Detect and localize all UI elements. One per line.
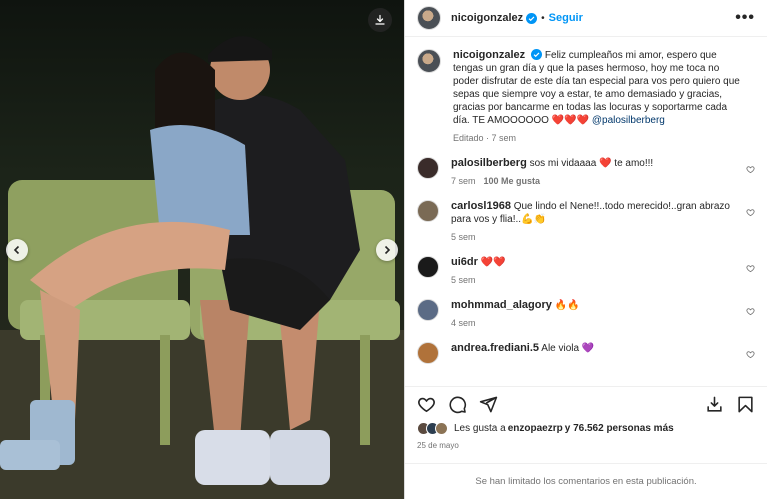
caption-row: nicoigonzalez Feliz cumpleaños mi amor, … bbox=[417, 49, 755, 143]
commenter-username[interactable]: ui6dr bbox=[451, 256, 478, 268]
next-photo-button[interactable] bbox=[376, 239, 398, 261]
commenter-username[interactable]: palosilberberg bbox=[451, 157, 527, 169]
likes-user-link[interactable]: enzopaezrp bbox=[508, 423, 563, 434]
comment-time: 4 sem bbox=[451, 318, 476, 328]
more-options-icon[interactable]: ••• bbox=[735, 9, 755, 27]
post-photo[interactable] bbox=[0, 0, 404, 499]
comment-heart-icon[interactable] bbox=[746, 307, 755, 316]
download-button[interactable] bbox=[368, 8, 392, 32]
commenter-avatar[interactable] bbox=[417, 342, 439, 364]
commenter-avatar[interactable] bbox=[417, 256, 439, 278]
comment-icon[interactable] bbox=[448, 395, 467, 414]
comment-heart-icon[interactable] bbox=[746, 208, 755, 217]
caption-meta: Editado · 7 sem bbox=[453, 133, 517, 143]
commenter-username[interactable]: carlosl1968 bbox=[451, 200, 511, 212]
verified-badge-icon bbox=[531, 49, 543, 60]
download-icon bbox=[375, 14, 385, 25]
post-date: 25 de mayo bbox=[417, 441, 459, 450]
comment-body: ❤️❤️ bbox=[480, 257, 506, 268]
comment-meta: 4 sem bbox=[451, 318, 731, 328]
comment-row: andrea.frediani.5 Ale viola 💜 bbox=[417, 342, 755, 371]
liker-avatars bbox=[417, 422, 448, 435]
comment-meta bbox=[451, 361, 731, 371]
heart-icon[interactable] bbox=[417, 395, 436, 414]
likes-count[interactable]: y 76.562 personas más bbox=[565, 423, 674, 434]
commenter-avatar[interactable] bbox=[417, 157, 439, 179]
separator-dot: • bbox=[541, 12, 545, 24]
caption-text: nicoigonzalez Feliz cumpleaños mi amor, … bbox=[453, 49, 743, 127]
commenter-avatar[interactable] bbox=[417, 200, 439, 222]
comment-row: palosilberberg sos mi vidaaaa ❤️ te amo!… bbox=[417, 157, 755, 186]
comment-row: ui6dr ❤️❤️ 5 sem bbox=[417, 256, 755, 285]
author-username[interactable]: nicoigonzalez bbox=[451, 12, 523, 24]
previous-photo-button[interactable] bbox=[6, 239, 28, 261]
comment-meta: 5 sem bbox=[451, 275, 731, 285]
comment-body: sos mi vidaaaa ❤️ te amo!!! bbox=[529, 158, 654, 169]
comment-heart-icon[interactable] bbox=[746, 165, 755, 174]
comment-time: 7 sem bbox=[451, 176, 476, 186]
comment-text: andrea.frediani.5 Ale viola 💜 bbox=[451, 342, 731, 355]
verified-badge-icon bbox=[526, 12, 538, 24]
post-detail-panel: nicoigonzalez • Seguir ••• nicoigonzalez… bbox=[404, 0, 767, 499]
comment-row: mohmmad_alagory 🔥🔥 4 sem bbox=[417, 299, 755, 328]
likes-prefix: Les gusta a bbox=[454, 423, 506, 434]
comment-heart-icon[interactable] bbox=[746, 264, 755, 273]
comment-meta: 5 sem bbox=[451, 232, 731, 242]
caption-mention-link[interactable]: @palosilberberg bbox=[592, 115, 665, 126]
comment-text: ui6dr ❤️❤️ bbox=[451, 256, 731, 269]
comment-row: carlosl1968 Que lindo el Nene!!..todo me… bbox=[417, 200, 755, 242]
bookmark-icon[interactable] bbox=[736, 395, 755, 414]
comment-likes[interactable]: 100 Me gusta bbox=[484, 176, 541, 186]
share-icon[interactable] bbox=[479, 395, 498, 414]
author-avatar-small[interactable] bbox=[417, 49, 441, 73]
comments-limited-notice: Se han limitado los comentarios en esta … bbox=[405, 463, 767, 499]
author-avatar[interactable] bbox=[417, 6, 441, 30]
action-bar bbox=[405, 386, 767, 422]
follow-button[interactable]: Seguir bbox=[549, 12, 583, 24]
comment-time: 5 sem bbox=[451, 232, 476, 242]
post-header: nicoigonzalez • Seguir ••• bbox=[405, 0, 767, 37]
comment-meta: 7 sem 100 Me gusta bbox=[451, 176, 731, 186]
commenter-username[interactable]: mohmmad_alagory bbox=[451, 299, 552, 311]
chevron-left-icon bbox=[13, 245, 20, 255]
comment-body: Ale viola 💜 bbox=[541, 343, 595, 354]
comments-scroll-area[interactable]: nicoigonzalez Feliz cumpleaños mi amor, … bbox=[405, 37, 767, 386]
couple-photo-illustration bbox=[0, 0, 404, 499]
comment-heart-icon[interactable] bbox=[746, 350, 755, 359]
comment-body: 🔥🔥 bbox=[554, 300, 580, 311]
caption-username[interactable]: nicoigonzalez bbox=[453, 49, 525, 61]
comment-text: palosilberberg sos mi vidaaaa ❤️ te amo!… bbox=[451, 157, 731, 170]
chevron-right-icon bbox=[384, 245, 391, 255]
commenter-username[interactable]: andrea.frediani.5 bbox=[451, 342, 539, 354]
comment-time: 5 sem bbox=[451, 275, 476, 285]
comment-text: carlosl1968 Que lindo el Nene!!..todo me… bbox=[451, 200, 731, 226]
download-tray-icon[interactable] bbox=[705, 395, 724, 414]
comment-text: mohmmad_alagory 🔥🔥 bbox=[451, 299, 731, 312]
likes-summary: Les gusta a enzopaezrp y 76.562 personas… bbox=[417, 422, 755, 435]
commenter-avatar[interactable] bbox=[417, 299, 439, 321]
